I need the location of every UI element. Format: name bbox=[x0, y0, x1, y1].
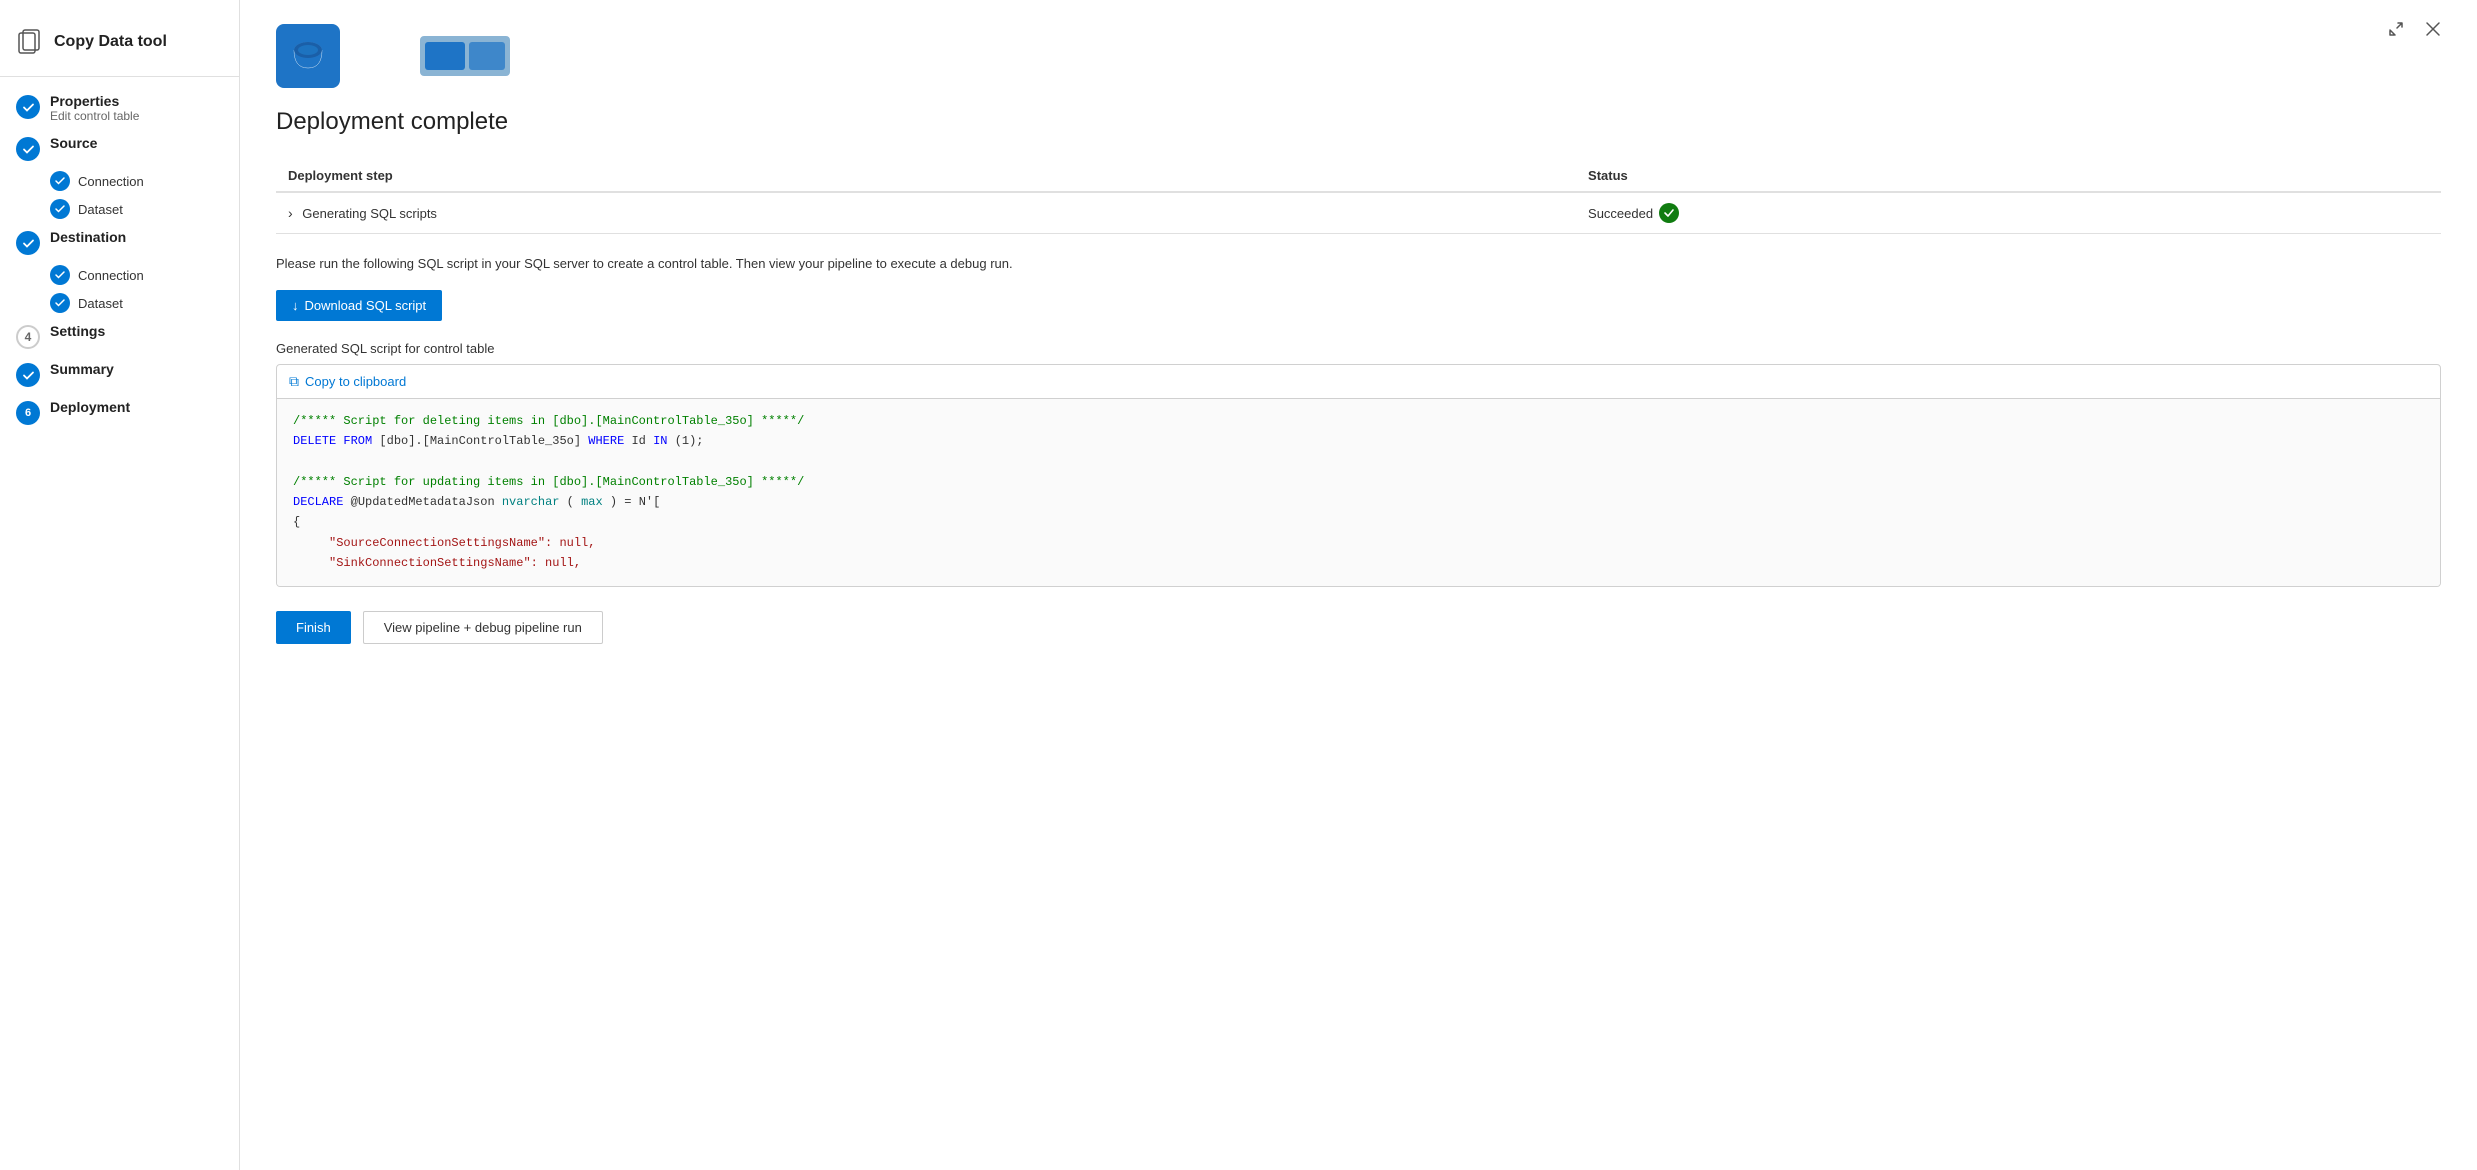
nav-circle-summary bbox=[16, 363, 40, 387]
sidebar-header: Copy Data tool bbox=[0, 16, 239, 77]
nav-circle-settings: 4 bbox=[16, 325, 40, 349]
nav-circle-source bbox=[16, 137, 40, 161]
view-pipeline-button[interactable]: View pipeline + debug pipeline run bbox=[363, 611, 603, 644]
copy-to-clipboard-toolbar[interactable]: ⧉ Copy to clipboard bbox=[277, 365, 2440, 399]
description-text: Please run the following SQL script in y… bbox=[276, 254, 2441, 274]
nav-label-properties: Properties bbox=[50, 93, 139, 109]
script-section-label: Generated SQL script for control table bbox=[276, 341, 2441, 356]
finish-button[interactable]: Finish bbox=[276, 611, 351, 644]
code-line-blank bbox=[293, 451, 2424, 471]
sidebar-title: Copy Data tool bbox=[54, 33, 167, 51]
nav-sub-circle-source-dataset bbox=[50, 199, 70, 219]
expand-window-button[interactable] bbox=[2383, 16, 2409, 47]
code-line-6: "SourceConnectionSettingsName": null, bbox=[293, 533, 2424, 553]
sidebar-item-destination[interactable]: Destination bbox=[0, 223, 239, 261]
deployment-table: Deployment step Status › Generating SQL … bbox=[276, 160, 2441, 234]
nav-sub-label-source-dataset: Dataset bbox=[78, 202, 123, 217]
nav-sub-circle-dest-dataset bbox=[50, 293, 70, 313]
clipboard-icon: ⧉ bbox=[289, 373, 299, 390]
sidebar-sub-dest-dataset[interactable]: Dataset bbox=[0, 289, 239, 317]
table-cell-status: Succeeded bbox=[1576, 192, 2441, 234]
row-expand-button[interactable]: › bbox=[288, 205, 299, 221]
sidebar-item-source[interactable]: Source bbox=[0, 129, 239, 167]
status-badge: Succeeded bbox=[1588, 203, 2429, 223]
sidebar-sub-source-connection[interactable]: Connection bbox=[0, 167, 239, 195]
code-line-2: DELETE FROM [dbo].[MainControlTable_35o]… bbox=[293, 431, 2424, 451]
code-line-5: { bbox=[293, 512, 2424, 532]
source-image bbox=[276, 24, 340, 88]
main-content: Deployment complete Deployment step Stat… bbox=[240, 0, 2477, 1170]
page-title: Deployment complete bbox=[276, 108, 2441, 136]
sidebar-item-deployment[interactable]: 6 Deployment bbox=[0, 393, 239, 431]
download-sql-button[interactable]: ↓ Download SQL script bbox=[276, 290, 442, 321]
table-col-status: Status bbox=[1576, 160, 2441, 192]
code-line-1: /***** Script for deleting items in [dbo… bbox=[293, 411, 2424, 431]
sidebar-sub-source-dataset[interactable]: Dataset bbox=[0, 195, 239, 223]
footer-buttons: Finish View pipeline + debug pipeline ru… bbox=[276, 611, 2441, 644]
nav-label-source: Source bbox=[50, 135, 97, 151]
nav-sub-label-dest-connection: Connection bbox=[78, 268, 144, 283]
script-container: ⧉ Copy to clipboard /***** Script for de… bbox=[276, 364, 2441, 587]
nav-sub-label-dest-dataset: Dataset bbox=[78, 296, 123, 311]
nav-circle-deployment: 6 bbox=[16, 401, 40, 425]
clipboard-label: Copy to clipboard bbox=[305, 374, 406, 389]
nav-label-summary: Summary bbox=[50, 361, 114, 377]
code-line-3: /***** Script for updating items in [dbo… bbox=[293, 472, 2424, 492]
close-button[interactable] bbox=[2421, 16, 2445, 47]
nav-label-deployment: Deployment bbox=[50, 399, 130, 415]
nav-label-settings: Settings bbox=[50, 323, 105, 339]
table-col-step: Deployment step bbox=[276, 160, 1576, 192]
script-code-block: /***** Script for deleting items in [dbo… bbox=[277, 399, 2440, 586]
table-cell-step: › Generating SQL scripts bbox=[276, 192, 1576, 234]
sidebar-item-settings[interactable]: 4 Settings bbox=[0, 317, 239, 355]
nav-circle-destination bbox=[16, 231, 40, 255]
sidebar-item-summary[interactable]: Summary bbox=[0, 355, 239, 393]
nav-label-destination: Destination bbox=[50, 229, 126, 245]
table-row: › Generating SQL scripts Succeeded bbox=[276, 192, 2441, 234]
sidebar-sub-dest-connection[interactable]: Connection bbox=[0, 261, 239, 289]
sidebar-item-properties[interactable]: Properties Edit control table bbox=[0, 87, 239, 129]
download-icon: ↓ bbox=[292, 298, 299, 313]
nav-sub-label-source-connection: Connection bbox=[78, 174, 144, 189]
success-icon bbox=[1659, 203, 1679, 223]
code-line-4: DECLARE @UpdatedMetadataJson nvarchar ( … bbox=[293, 492, 2424, 512]
nav-sub-circle-dest-conn bbox=[50, 265, 70, 285]
sidebar: Copy Data tool Properties Edit control t… bbox=[0, 0, 240, 1170]
nav-sublabel-properties: Edit control table bbox=[50, 109, 139, 123]
deployment-images bbox=[276, 24, 2441, 88]
nav-sub-circle-source-conn bbox=[50, 171, 70, 191]
nav-circle-properties bbox=[16, 95, 40, 119]
window-controls bbox=[2383, 16, 2445, 47]
copy-data-icon bbox=[16, 28, 44, 56]
code-line-7: "SinkConnectionSettingsName": null, bbox=[293, 553, 2424, 573]
destination-image bbox=[420, 36, 510, 76]
